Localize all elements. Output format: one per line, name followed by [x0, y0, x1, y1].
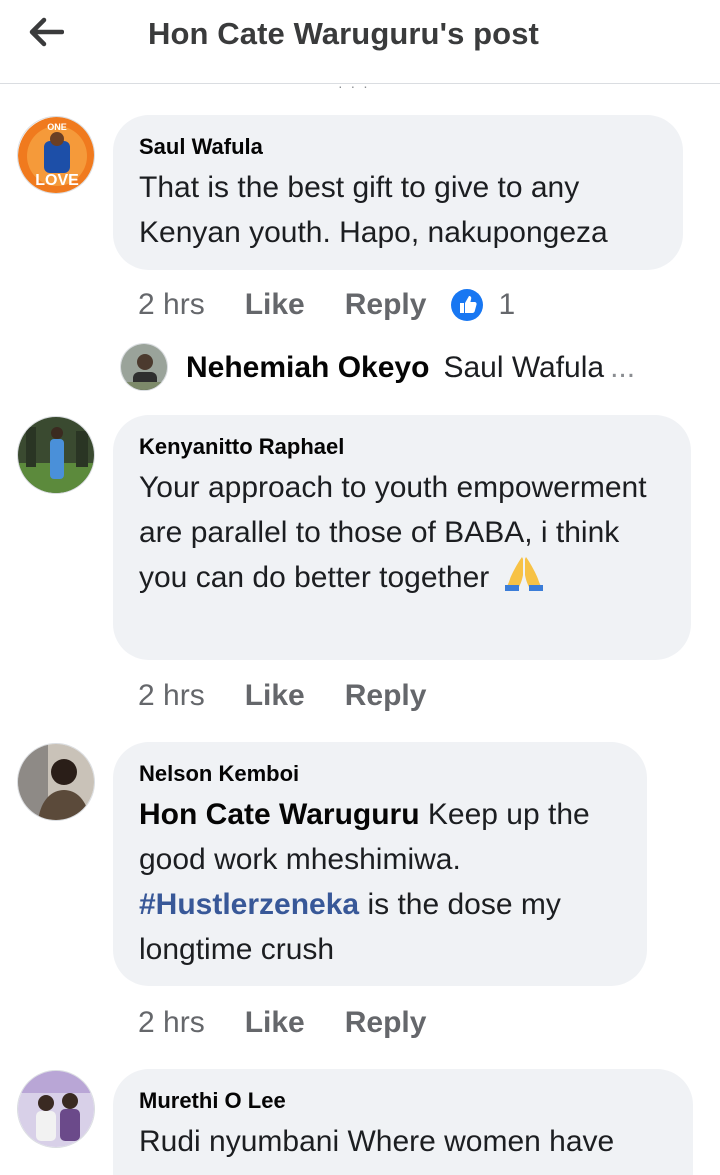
reaction-summary[interactable]: 1	[450, 288, 515, 322]
hashtag-link[interactable]: #Hustlerzeneka	[139, 888, 359, 921]
reply-ellipsis: ...	[610, 351, 636, 384]
like-button[interactable]: Like	[245, 288, 305, 322]
comment-text: That is the best gift to give to any Ken…	[139, 171, 608, 249]
top-bar: Hon Cate Waruguru's post	[0, 0, 720, 84]
comment-actions: 2 hrs Like Reply	[138, 1003, 426, 1043]
comment-author[interactable]: Saul Wafula	[139, 133, 657, 161]
reply-button[interactable]: Reply	[345, 288, 427, 322]
comment-text: Rudi nyumbani Where women have	[139, 1125, 615, 1158]
comment-author[interactable]: Nelson Kemboi	[139, 760, 621, 788]
comment-time[interactable]: 2 hrs	[138, 1006, 205, 1040]
reply-preview[interactable]: Nehemiah Okeyo Saul Wafula ...	[120, 343, 635, 393]
comment-text-wrap: Hon Cate Waruguru Keep up the good work …	[139, 792, 621, 972]
avatar[interactable]	[17, 743, 95, 821]
reaction-count: 1	[498, 288, 516, 321]
reply-button[interactable]: Reply	[345, 679, 427, 713]
comment-bubble: Kenyanitto Raphael Your approach to yout…	[113, 415, 691, 660]
reply-author[interactable]: Nehemiah Okeyo	[186, 351, 429, 385]
mention-link[interactable]: Hon Cate Waruguru	[139, 798, 420, 831]
avatar[interactable]: LOVE ONE	[17, 116, 95, 194]
thumbs-up-icon	[451, 289, 484, 321]
comment-text-wrap: Your approach to youth empowerment are p…	[139, 465, 665, 604]
like-button[interactable]: Like	[245, 1006, 305, 1040]
comment-time[interactable]: 2 hrs	[138, 679, 205, 713]
comment-author[interactable]: Murethi O Lee	[139, 1087, 667, 1115]
reply-text: Saul Wafula	[443, 351, 605, 384]
svg-text:LOVE: LOVE	[35, 172, 79, 189]
back-button[interactable]	[22, 12, 70, 52]
svg-text:ONE: ONE	[47, 122, 67, 132]
reply-button[interactable]: Reply	[345, 1006, 427, 1040]
page-title: Hon Cate Waruguru's post	[148, 16, 539, 51]
reply-avatar[interactable]	[120, 343, 168, 391]
comment-actions: 2 hrs Like Reply 1	[138, 285, 515, 325]
comment-bubble: Murethi O Lee Rudi nyumbani Where women …	[113, 1069, 693, 1175]
avatar[interactable]	[17, 416, 95, 494]
comment-bubble: Saul Wafula That is the best gift to giv…	[113, 115, 683, 270]
folded-hands-emoji	[504, 555, 544, 604]
comment-text: Your approach to youth empowerment are p…	[139, 471, 647, 594]
comment-bubble: Nelson Kemboi Hon Cate Waruguru Keep up …	[113, 742, 647, 986]
avatar[interactable]	[17, 1070, 95, 1148]
arrow-left-icon	[29, 17, 64, 47]
like-button[interactable]: Like	[245, 679, 305, 713]
scroll-sliver: · · ·	[338, 78, 370, 94]
comment-time[interactable]: 2 hrs	[138, 288, 205, 322]
comment-author[interactable]: Kenyanitto Raphael	[139, 433, 665, 461]
comment-actions: 2 hrs Like Reply	[138, 676, 426, 716]
